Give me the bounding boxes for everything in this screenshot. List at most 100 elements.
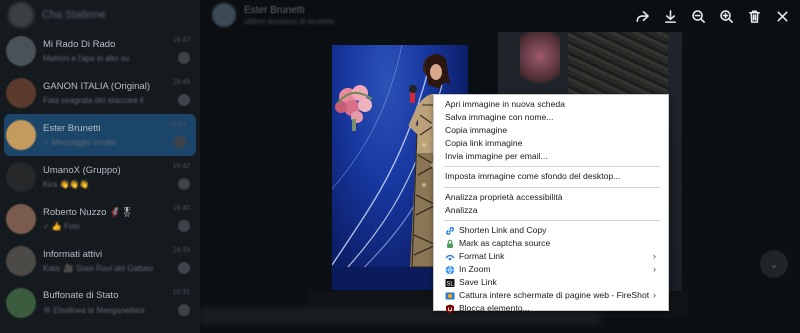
chat-avatar [6,246,36,276]
chat-avatar [6,288,36,318]
menu-item-label: Format Link [459,250,505,261]
chat-name: Roberto Nuzzo 🦸‍♂️🎖 [43,207,133,218]
menu-item-label: In Zoom [459,264,491,275]
chat-list-item[interactable]: GANON ITALIA (Original) Fata seagrata del… [0,72,200,114]
chat-list-item[interactable]: Buffonate di Stato Ⓜ Elsolinea la Mangane… [0,282,200,324]
chat-avatar [6,204,36,234]
menu-item[interactable]: Analizza [434,204,668,217]
chat-name: Mi Rado Di Rado [43,39,116,50]
unread-badge [178,52,190,64]
chat-time: 19:44 [168,121,186,128]
chat-meta: UmanoX (Gruppo) Kira 👋👋👋 [43,165,194,189]
chat-avatar [6,78,36,108]
menu-item-label: Cattura intere schermate di pagine web -… [459,290,650,301]
chat-time: 19:40 [172,205,190,212]
contact-status: ultimo accesso di recente [244,17,335,26]
chat-list: Mi Rado Di Rado Mattoni e l'ape in alto s… [0,30,200,324]
menu-item-label: Save Link [459,277,497,288]
menu-item[interactable]: Imposta immagine come sfondo del desktop… [434,170,668,183]
chat-time: 19:47 [172,37,190,44]
menu-item[interactable]: In Zoom › [434,263,668,276]
viewer-toolbar [635,7,790,25]
zoom-in-button[interactable] [719,7,734,25]
unread-badge [178,262,190,274]
chat-meta: Roberto Nuzzo 🦸‍♂️🎖 ✓ 👍 Foto [43,207,194,231]
menu-item[interactable]: Apri immagine in nuova scheda [434,98,668,111]
menu-item[interactable]: Blocca elemento... [434,302,668,315]
chat-preview: Fata seagrata del staccare il [43,96,144,105]
chat-preview: Mattoni e l'ape in alto su [43,54,130,63]
sidebar-header: Cha Statione [0,0,200,30]
format-link-icon [445,252,455,262]
menu-separator [444,186,660,188]
chat-list-item[interactable]: Roberto Nuzzo 🦸‍♂️🎖 ✓ 👍 Foto 19:40 [0,198,200,240]
chat-meta: Buffonate di Stato Ⓜ Elsolinea la Mangane… [43,290,194,316]
menu-item[interactable]: Format Link › [434,250,668,263]
unread-badge [174,136,186,148]
ublock-icon [445,304,455,314]
menu-item[interactable]: Copia link immagine [434,137,668,150]
chat-time: 19:31 [172,289,190,296]
scroll-down-button[interactable]: ⌄ [760,250,788,278]
thumbnail-flowers [520,32,560,92]
chat-avatar [6,162,36,192]
zoom-in-icon [720,9,733,23]
menu-item[interactable]: Copia immagine [434,124,668,137]
chat-preview: ✓ Messaggio vocale [43,138,116,147]
menu-item[interactable]: Cattura intere schermate di pagine web -… [434,289,668,302]
menu-separator [444,166,660,168]
close-icon [777,10,788,22]
chevron-right-icon: › [653,250,656,261]
chat-avatar [6,120,36,150]
chat-name: Buffonate di Stato [43,290,119,301]
browser-context-menu: Apri immagine in nuova scheda Salva immag… [433,94,669,314]
menu-item[interactable]: Invia immagine per email... [434,150,668,163]
chat-list-item[interactable]: Informati attivi Kata: 🎥 Stasi Ravi del G… [0,240,200,282]
menu-item[interactable]: Salva immagine con nome... [434,111,668,124]
menu-item[interactable]: Mark as captcha source [434,237,668,250]
zoom-out-icon [692,9,705,23]
chat-preview: ✓ 👍 Foto [43,222,81,231]
chevron-right-icon: › [653,264,656,275]
chat-name: GANON ITALIA (Original) [43,81,150,92]
chat-avatar [6,36,36,66]
unread-badge [178,220,190,232]
delete-button[interactable] [747,7,762,25]
chat-time: 19:42 [172,163,190,170]
unread-badge [178,94,190,106]
zoom-out-button[interactable] [691,7,706,25]
chat-time: 19:45 [172,79,190,86]
unread-badge [178,304,190,316]
contact-avatar [212,3,236,27]
contact-name: Ester Brunetti [244,5,305,16]
save-link-icon: SL [445,278,455,288]
menu-item[interactable]: Shorten Link and Copy [434,224,668,237]
download-button[interactable] [663,7,678,25]
chat-sidebar: Cha Statione Mi Rado Di Rado Mattoni e l'… [0,0,200,333]
chat-preview: Kata: 🎥 Stasi Ravi del Gattaio [43,264,154,273]
unread-badge [178,178,190,190]
chevron-right-icon: › [653,290,656,301]
menu-item-label: Mark as captcha source [459,237,551,248]
download-icon [665,9,676,23]
share-button[interactable] [635,7,650,25]
chevron-down-icon: ⌄ [768,257,780,271]
chat-list-item[interactable]: UmanoX (Gruppo) Kira 👋👋👋 19:42 [0,156,200,198]
share-icon [636,10,649,22]
captcha-icon [445,239,455,249]
chat-list-item[interactable]: Ester Brunetti ✓ Messaggio vocale 19:44 [4,114,196,156]
zoom-globe-icon [445,265,455,275]
chat-meta: Informati attivi Kata: 🎥 Stasi Ravi del G… [43,249,194,273]
chat-list-item[interactable]: Mi Rado Di Rado Mattoni e l'ape in alto s… [0,30,200,72]
menu-item[interactable]: Analizza proprietà accessibilità [434,191,668,204]
sidebar-title: Cha Statione [42,9,106,21]
menu-avatar[interactable] [8,2,34,28]
delete-icon [749,10,760,23]
chat-meta: Mi Rado Di Rado Mattoni e l'ape in alto s… [43,39,194,63]
close-button[interactable] [775,7,790,25]
menu-item[interactable]: SL Save Link [434,276,668,289]
link-icon [445,226,455,236]
svg-text:SL: SL [446,282,454,288]
chat-time: 19:33 [172,247,190,254]
menu-separator [444,219,660,221]
